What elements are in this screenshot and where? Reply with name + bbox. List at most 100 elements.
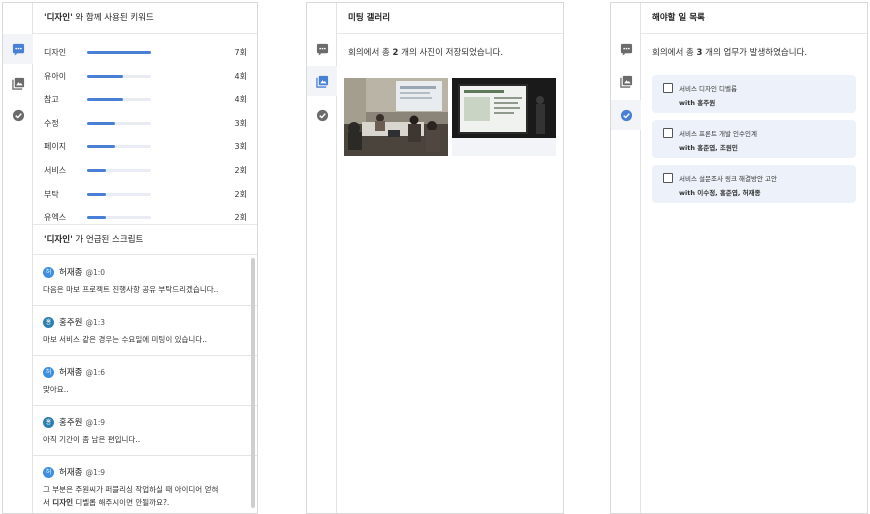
- task-checkbox[interactable]: [663, 128, 673, 138]
- chat-icon: [316, 43, 328, 56]
- keyword-bar-track: [87, 98, 151, 102]
- script-item[interactable]: 허 허재종 @1:0 다음은 마보 프로젝트 진행사항 공유 부탁드리겠습니다..: [33, 256, 257, 306]
- keyword-row: 디자인 7회: [33, 40, 257, 64]
- task-title: 서비스 프론트 개발 인수인계: [679, 130, 757, 138]
- speaker-name: 허재종: [59, 368, 83, 378]
- desc-text: 회의에서 총: [348, 48, 393, 58]
- keyword-bar-track: [87, 74, 151, 78]
- avatar: 홍: [43, 416, 54, 428]
- keyword-label: 디자인: [44, 48, 67, 57]
- chat-tab-button[interactable]: [611, 34, 641, 64]
- timestamp[interactable]: @1:6: [85, 368, 105, 377]
- script-item[interactable]: 홍 홍주원 @1:9 아직 기간이 좀 남은 편입니다..: [33, 406, 257, 456]
- script-list[interactable]: 허 허재종 @1:0 다음은 마보 프로젝트 진행사항 공유 부탁드리겠습니다.. …: [33, 256, 257, 513]
- desc-text: 개의 업무가 발생하였습니다.: [702, 48, 808, 58]
- keyword-bar: [87, 98, 124, 102]
- keyword-label: 페이지: [44, 142, 67, 152]
- timestamp[interactable]: @1:9: [85, 468, 105, 477]
- avatar: 허: [43, 266, 54, 278]
- keyword-bar: [87, 145, 115, 149]
- keywords-header: '디자인' 와 함께 사용된 키워드: [33, 3, 257, 34]
- speaker-name: 허재종: [59, 268, 83, 278]
- keyword-row: 참고 4회: [33, 87, 257, 111]
- gallery-icon: [11, 77, 24, 90]
- keyword-row: 페이지 3회: [33, 134, 257, 158]
- keyword-label: 서비스: [44, 165, 67, 175]
- keyword-bar: [87, 168, 106, 172]
- side-rail: [307, 3, 337, 513]
- avatar: 홍: [43, 316, 54, 328]
- gallery-panel: 미팅 갤러리 회의에서 총 2 개의 사진이 저장되었습니다.: [306, 2, 564, 514]
- script-text-line: 디벨롭 해주시이면 안될까요?.: [73, 498, 170, 507]
- script-item[interactable]: 홍 홍주원 @1:3 마보 서비스 같은 경우는 수요일에 미팅이 있습니다..: [33, 306, 257, 356]
- check-circle-icon: [12, 109, 24, 121]
- keyword-label: 수정: [44, 118, 59, 128]
- script-text-line: 서: [43, 498, 53, 507]
- task-checkbox[interactable]: [663, 83, 673, 93]
- keyword-count: 3회: [234, 118, 247, 128]
- keyword-label: 참고: [44, 95, 59, 105]
- tasks-header: 해야할 일 목록: [641, 3, 867, 34]
- keyword-bar-track: [87, 168, 151, 172]
- check-circle-icon: [316, 109, 328, 121]
- meeting-photo[interactable]: [344, 78, 448, 156]
- task-list: 서비스 디자인 디벨롭 with 홍주원 서비스 프론트 개발 인수인계 wit…: [652, 75, 856, 210]
- timestamp[interactable]: @1:9: [85, 418, 105, 427]
- script-text-line: 그 부분은 주원씨가 퍼블리싱 작업하실 때 아이디어 얻혀: [43, 485, 219, 494]
- meeting-room-photo: [344, 78, 448, 156]
- tasks-tab-button[interactable]: [3, 100, 33, 130]
- timestamp[interactable]: @1:0: [85, 268, 105, 277]
- scrollbar[interactable]: [251, 258, 255, 508]
- timestamp[interactable]: @1:3: [85, 318, 105, 327]
- avatar: 허: [43, 466, 54, 478]
- script-text: 그 부분은 주원씨가 퍼블리싱 작업하실 때 아이디어 얻혀 서 디자인 디벨롭 …: [43, 483, 257, 509]
- tasks-tab-button[interactable]: [307, 100, 337, 130]
- task-item: 서비스 설문조사 링크 해결방안 고안 with 이수정, 홍준엽, 허재종: [652, 165, 856, 203]
- speaker-name: 홍주원: [59, 418, 83, 428]
- keyword-quote: '디자인': [44, 13, 73, 23]
- side-rail: [3, 3, 33, 513]
- keyword-row: 수정 3회: [33, 111, 257, 135]
- keywords-panel: '디자인' 와 함께 사용된 키워드 디자인 7회 유아이 4회 참고 4회 수정 3회…: [2, 2, 258, 514]
- desc-text: 회의에서 총: [652, 48, 697, 58]
- gallery-description: 회의에서 총 2 개의 사진이 저장되었습니다.: [337, 34, 563, 58]
- keyword-bar: [87, 121, 115, 125]
- gallery-icon: [315, 75, 328, 88]
- gallery-tab-button[interactable]: [611, 66, 641, 96]
- keyword-bar-track: [87, 121, 151, 125]
- task-item: 서비스 디자인 디벨롭 with 홍주원: [652, 75, 856, 113]
- keyword-bar-track: [87, 145, 151, 149]
- keyword-bar-track: [87, 192, 151, 196]
- chat-icon: [12, 43, 24, 56]
- keywords-header-text: 와 함께 사용된 키워드: [72, 13, 154, 23]
- keyword-bar: [87, 74, 124, 78]
- desc-text: 개의 사진이 저장되었습니다.: [398, 48, 504, 58]
- keyword-count: 4회: [234, 95, 247, 105]
- gallery-tab-button[interactable]: [3, 68, 33, 98]
- side-rail: [611, 3, 641, 513]
- task-checkbox[interactable]: [663, 173, 673, 183]
- keyword-bar: [87, 51, 151, 54]
- script-item[interactable]: 허 허재종 @1:9 그 부분은 주원씨가 퍼블리싱 작업하실 때 아이디어 얻혀서…: [33, 456, 257, 513]
- scripts-header: '디자인' 가 언급된 스크립트: [33, 224, 257, 255]
- keyword-bar: [87, 192, 106, 196]
- keyword-row: 부탁 2회: [33, 182, 257, 206]
- chat-tab-button[interactable]: [3, 34, 33, 64]
- keyword-row: 유아이 4회: [33, 64, 257, 88]
- meeting-photo[interactable]: [452, 78, 556, 156]
- keyword-count: 7회: [234, 48, 247, 57]
- gallery-icon: [619, 75, 632, 88]
- script-text: 마보 서비스 같은 경우는 수요일에 미팅이 있습니다..: [43, 335, 207, 344]
- task-assignees: with 홍주원: [679, 99, 716, 107]
- task-title: 서비스 설문조사 링크 해결방안 고안: [679, 175, 777, 183]
- gallery-tab-button[interactable]: [307, 66, 337, 96]
- keyword-count: 2회: [234, 189, 247, 199]
- presentation-photo: [452, 78, 556, 138]
- keyword-label: 유아이: [44, 71, 67, 81]
- speaker-name: 허재종: [59, 468, 83, 478]
- chat-tab-button[interactable]: [307, 34, 337, 64]
- chat-icon: [620, 43, 632, 56]
- tasks-tab-button[interactable]: [611, 100, 641, 130]
- script-item[interactable]: 허 허재종 @1:6 맞아요..: [33, 356, 257, 406]
- tasks-panel: 해야할 일 목록 회의에서 총 3 개의 업무가 발생하였습니다. 서비스 디자…: [610, 2, 868, 514]
